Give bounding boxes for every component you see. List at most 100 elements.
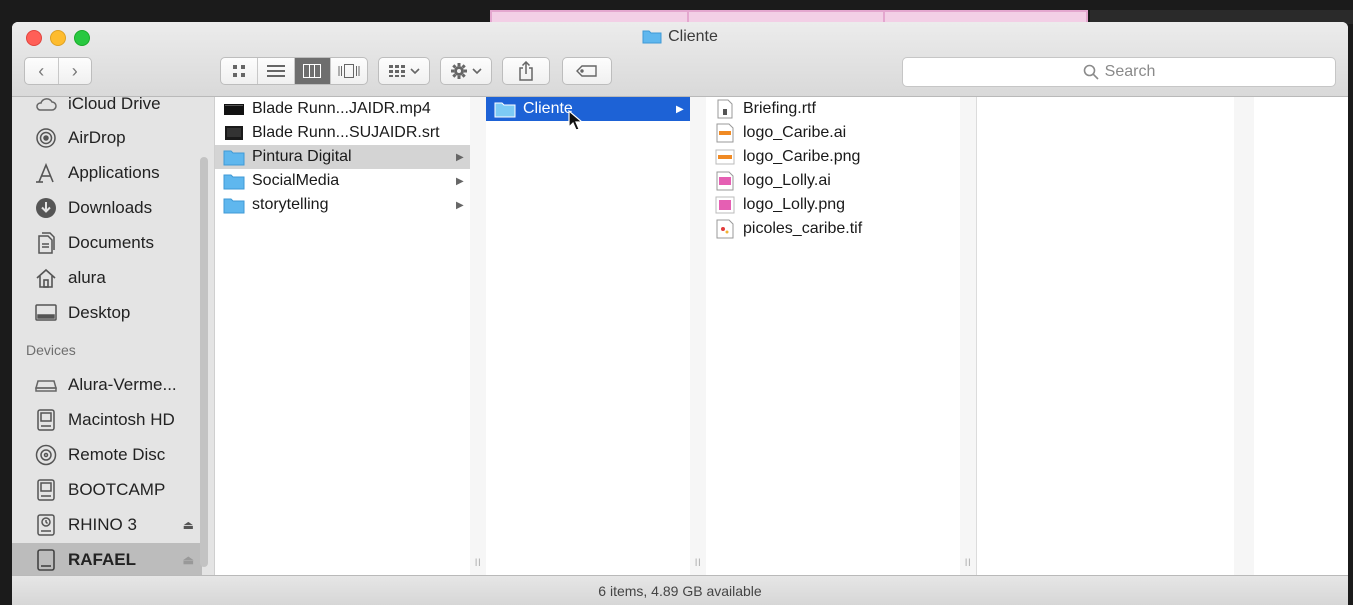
icon-view-button[interactable] xyxy=(221,58,258,84)
column-resize-handle[interactable] xyxy=(1234,97,1255,575)
home-icon xyxy=(34,266,58,290)
disclosure-arrow-icon: ▶ xyxy=(456,175,464,187)
column-resize-handle[interactable]: ll xyxy=(690,97,707,575)
list-item[interactable]: logo_Lolly.ai xyxy=(706,169,960,193)
desktop-icon xyxy=(34,301,58,325)
list-item[interactable]: storytelling ▶ xyxy=(215,193,470,217)
list-item[interactable]: SocialMedia ▶ xyxy=(215,169,470,193)
list-item[interactable]: logo_Caribe.png xyxy=(706,145,960,169)
sidebar-item-rafael[interactable]: RAFAEL ⏏ xyxy=(12,543,202,575)
item-label: Blade Runn...JAIDR.mp4 xyxy=(252,100,431,117)
view-mode-group xyxy=(220,57,368,85)
column-4 xyxy=(980,97,1235,575)
remote-disc-icon xyxy=(34,443,58,467)
list-view-button[interactable] xyxy=(258,58,295,84)
sidebar-item-desktop[interactable]: Desktop xyxy=(12,296,202,330)
folder-icon xyxy=(223,148,245,166)
window-title: Cliente xyxy=(12,28,1348,49)
sidebar-item-remote-disc[interactable]: Remote Disc xyxy=(12,438,202,472)
sidebar-item-label: Applications xyxy=(68,163,160,182)
item-label: Blade Runn...SUJAIDR.srt xyxy=(252,124,440,141)
ai-file-icon xyxy=(714,171,736,191)
item-label: logo_Caribe.ai xyxy=(743,124,847,141)
sidebar-item-label: Macintosh HD xyxy=(68,410,175,429)
chevron-right-icon: › xyxy=(71,60,78,81)
cloud-icon xyxy=(34,97,58,116)
status-text: 6 items, 4.89 GB available xyxy=(598,583,762,599)
cover-flow-icon xyxy=(338,64,360,78)
airdrop-icon xyxy=(34,126,58,150)
sidebar-item-macintosh-hd[interactable]: Macintosh HD xyxy=(12,403,202,437)
applications-icon xyxy=(34,161,58,185)
external-drive-icon xyxy=(34,548,58,572)
sidebar-scrollbar[interactable] xyxy=(200,157,208,567)
back-forward-group: ‹ › xyxy=(24,57,92,85)
column-3: Briefing.rtf logo_Caribe.ai logo_Caribe.… xyxy=(706,97,961,575)
sidebar-item-documents[interactable]: Documents xyxy=(12,226,202,260)
folder-icon xyxy=(223,172,245,190)
grid-icon xyxy=(232,65,245,77)
list-item[interactable]: logo_Lolly.png xyxy=(706,193,960,217)
chevron-down-icon xyxy=(472,68,482,75)
mouse-cursor-icon xyxy=(568,110,584,131)
sidebar-item-label: Desktop xyxy=(68,303,131,322)
sidebar-item-label: Documents xyxy=(68,233,154,252)
column-1: Blade Runn...JAIDR.mp4 Blade Runn...SUJA… xyxy=(215,97,471,575)
folder-icon xyxy=(223,196,245,214)
hard-disk-icon xyxy=(34,478,58,502)
toolbar: Cliente ‹ › Search xyxy=(12,22,1348,97)
folder-icon xyxy=(494,100,516,118)
sidebar-item-label: BOOTCAMP xyxy=(68,480,166,499)
search-placeholder: Search xyxy=(1104,63,1156,80)
sidebar-item-downloads[interactable]: Downloads xyxy=(12,191,202,225)
hard-disk-icon xyxy=(34,408,58,432)
list-item[interactable]: Blade Runn...SUJAIDR.srt xyxy=(215,121,470,145)
sidebar-item-label: alura xyxy=(68,268,106,287)
search-input[interactable]: Search xyxy=(902,57,1336,87)
item-label: logo_Lolly.png xyxy=(743,196,846,213)
search-icon xyxy=(1083,64,1099,80)
tag-icon xyxy=(576,65,597,77)
ai-file-icon xyxy=(714,123,736,143)
column-resize-handle[interactable]: ll xyxy=(470,97,487,575)
list-item[interactable]: picoles_caribe.tif xyxy=(706,217,960,241)
chevron-down-icon xyxy=(410,68,420,75)
sidebar-item-label: Alura-Verme... xyxy=(68,375,177,394)
list-item[interactable]: Blade Runn...JAIDR.mp4 xyxy=(215,97,470,121)
item-label: Briefing.rtf xyxy=(743,100,816,117)
sidebar-item-icloud-drive[interactable]: iCloud Drive xyxy=(12,97,202,121)
back-button[interactable]: ‹ xyxy=(25,58,58,84)
time-machine-disk-icon xyxy=(34,513,58,537)
sidebar-item-alura[interactable]: alura xyxy=(12,261,202,295)
sidebar: iCloud Drive AirDrop Applications Downlo… xyxy=(12,97,215,575)
sidebar-item-label: RAFAEL xyxy=(68,550,136,569)
sidebar-item-applications[interactable]: Applications xyxy=(12,156,202,190)
list-item[interactable]: Pintura Digital ▶ xyxy=(215,145,470,169)
tif-file-icon xyxy=(714,219,736,239)
sidebar-item-label: RHINO 3 xyxy=(68,515,137,534)
arrange-button[interactable] xyxy=(378,57,430,85)
list-icon xyxy=(266,65,285,77)
column-view-button[interactable] xyxy=(294,58,332,84)
eject-icon[interactable]: ⏏ xyxy=(183,553,194,567)
eject-icon[interactable]: ⏏ xyxy=(183,518,194,532)
sidebar-item-bootcamp[interactable]: BOOTCAMP xyxy=(12,473,202,507)
list-item[interactable]: Cliente ▶ xyxy=(486,97,690,121)
rtf-file-icon xyxy=(714,99,736,119)
forward-button[interactable]: › xyxy=(58,58,91,84)
share-button[interactable] xyxy=(502,57,550,85)
action-button[interactable] xyxy=(440,57,492,85)
resize-grip-icon: ll xyxy=(965,558,972,569)
sidebar-item-rhino-3[interactable]: RHINO 3 ⏏ xyxy=(12,508,202,542)
column-resize-handle[interactable]: ll xyxy=(960,97,977,575)
column-2: Cliente ▶ xyxy=(486,97,691,575)
tags-button[interactable] xyxy=(562,57,612,85)
cover-flow-button[interactable] xyxy=(331,58,367,84)
list-item[interactable]: logo_Caribe.ai xyxy=(706,121,960,145)
sidebar-item-alura-verme[interactable]: Alura-Verme... xyxy=(12,368,202,402)
network-drive-icon xyxy=(34,373,58,397)
item-label: logo_Caribe.png xyxy=(743,148,861,165)
share-icon xyxy=(519,61,533,81)
sidebar-item-airdrop[interactable]: AirDrop xyxy=(12,121,202,155)
list-item[interactable]: Briefing.rtf xyxy=(706,97,960,121)
